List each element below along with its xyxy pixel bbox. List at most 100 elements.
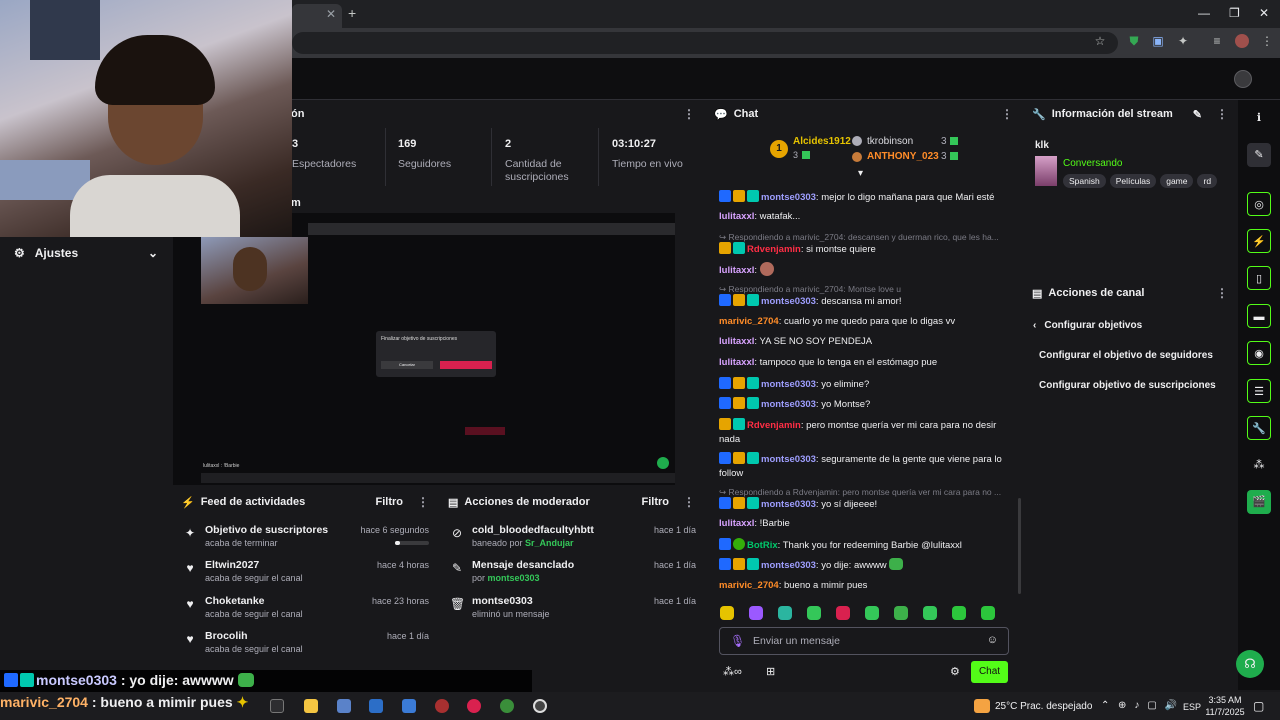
chat-message[interactable]: lulitaxxl: !Barbie bbox=[719, 517, 1015, 531]
chat-send-button[interactable]: Chat bbox=[971, 661, 1008, 683]
feed-item[interactable]: ♥ Choketanke acaba de seguir el canal ha… bbox=[183, 595, 429, 629]
close-tab-icon[interactable]: ✕ bbox=[326, 7, 336, 21]
emote-icon[interactable] bbox=[720, 606, 734, 620]
emote-icon[interactable] bbox=[923, 606, 937, 620]
profile-avatar-icon[interactable] bbox=[1235, 34, 1249, 48]
user-avatar[interactable] bbox=[1234, 70, 1252, 88]
language-indicator[interactable]: ESP bbox=[1183, 702, 1201, 712]
kebab-menu-icon[interactable]: ⋮ bbox=[417, 495, 429, 509]
back-button[interactable]: ‹ Configurar objetivos bbox=[1033, 320, 1142, 331]
clock-date[interactable]: 11/7/2025 bbox=[1204, 707, 1246, 717]
filter-button[interactable]: Filtro bbox=[642, 496, 670, 508]
chat-message[interactable]: marivic_2704: bueno a mimir pues bbox=[719, 579, 1015, 593]
bookmark-star-icon[interactable]: ☆ bbox=[1093, 34, 1107, 48]
emote-icon[interactable] bbox=[865, 606, 879, 620]
tray-icons[interactable]: ⊕♪▢🔊 bbox=[1118, 700, 1185, 711]
channel-points-icon[interactable]: ⁂∞ bbox=[723, 665, 742, 678]
browser-menu-icon[interactable]: ⋮ bbox=[1260, 34, 1274, 48]
category-thumbnail[interactable] bbox=[1035, 156, 1057, 186]
mail-icon[interactable] bbox=[369, 699, 383, 713]
chat-message[interactable]: lulitaxxl: watafak... bbox=[719, 210, 1015, 224]
channel-points-icon[interactable]: ⁂ bbox=[1247, 453, 1271, 477]
emote-icon[interactable] bbox=[807, 606, 821, 620]
chat-message[interactable]: montse0303: yo dije: awwww bbox=[719, 558, 1015, 573]
settings-section[interactable]: ⚙ Ajustes ⌄ bbox=[0, 238, 172, 268]
clock-time[interactable]: 3:35 AM bbox=[1207, 695, 1243, 705]
chat-message[interactable]: montse0303: descansa mi amor! bbox=[719, 294, 1015, 309]
emote-icon[interactable] bbox=[836, 606, 850, 620]
chat-message[interactable]: montse0303: yo elimine? bbox=[719, 377, 1015, 392]
chat-message[interactable]: lulitaxxl: YA SE NO SOY PENDEJA bbox=[719, 335, 1015, 349]
file-explorer-icon[interactable] bbox=[304, 699, 318, 713]
filter-button[interactable]: Filtro bbox=[376, 496, 404, 508]
edit-icon[interactable]: ✎ bbox=[1247, 143, 1271, 167]
mod-action-item[interactable]: ✎ Mensaje desanclado por montse0303 hace… bbox=[450, 559, 696, 593]
kebab-menu-icon[interactable]: ⋮ bbox=[683, 495, 695, 509]
stream-tag[interactable]: game bbox=[1160, 174, 1194, 188]
leaderboard-second-name[interactable]: tkrobinson bbox=[867, 136, 913, 147]
translate-icon[interactable]: ▣ bbox=[1151, 34, 1165, 48]
gift-icon[interactable]: ⊞ bbox=[766, 665, 775, 678]
wrench-icon[interactable]: 🔧 bbox=[1247, 416, 1271, 440]
capture-icon[interactable]: ◎ bbox=[1247, 192, 1271, 216]
emote-icon[interactable] bbox=[981, 606, 995, 620]
list-icon[interactable]: ☰ bbox=[1247, 379, 1271, 403]
stream-tag[interactable]: Spanish bbox=[1063, 174, 1106, 188]
store-icon[interactable] bbox=[337, 699, 351, 713]
shield-extension-icon[interactable]: ⛊ bbox=[1127, 34, 1141, 48]
chat-message[interactable]: marivic_2704: cuarlo yo me quedo para qu… bbox=[719, 315, 1015, 329]
chat-message[interactable]: montse0303: seguramente de la gente que … bbox=[719, 452, 1015, 481]
chevron-down-icon[interactable]: ⌄ bbox=[148, 246, 158, 260]
stream-tag[interactable]: rd bbox=[1197, 174, 1218, 188]
feed-item[interactable]: ♥ Brocolih acaba de seguir el canal hace… bbox=[183, 630, 429, 664]
media-icon[interactable]: ≡ bbox=[1210, 34, 1224, 48]
chrome-icon[interactable] bbox=[500, 699, 514, 713]
stream-tag[interactable]: Películas bbox=[1109, 174, 1157, 188]
kebab-menu-icon[interactable]: ⋮ bbox=[1216, 107, 1228, 121]
support-headset-icon[interactable]: ☊ bbox=[1236, 650, 1264, 678]
new-tab-icon[interactable]: + bbox=[348, 5, 356, 21]
address-bar[interactable] bbox=[292, 32, 1118, 54]
chat-message[interactable]: montse0303: mejor lo digo mañana para qu… bbox=[719, 190, 1015, 205]
mod-action-item[interactable]: 🗑 montse0303 eliminó un mensaje hace 1 d… bbox=[450, 595, 696, 629]
info-icon[interactable]: ℹ bbox=[1247, 106, 1271, 130]
configure-subs-goal-option[interactable]: Configurar objetivo de suscripciones bbox=[1039, 380, 1216, 391]
chat-message[interactable]: lulitaxxl: tampoco que lo tenga en el es… bbox=[719, 356, 1015, 370]
kebab-menu-icon[interactable]: ⋮ bbox=[683, 107, 695, 121]
chat-message[interactable]: Rdvenjamin: pero montse quería ver mi ca… bbox=[719, 418, 1015, 447]
mod-action-user[interactable]: Sr_Andujar bbox=[525, 538, 574, 548]
stream-category[interactable]: Conversando bbox=[1063, 158, 1122, 169]
chat-message[interactable]: montse0303: yo Montse? bbox=[719, 397, 1015, 412]
app-icon[interactable] bbox=[402, 699, 416, 713]
kebab-menu-icon[interactable]: ⋮ bbox=[1001, 107, 1013, 121]
edit-pencil-icon[interactable]: ✎ bbox=[1193, 108, 1202, 121]
emoji-picker-icon[interactable]: ☺ bbox=[987, 634, 998, 646]
clapperboard-icon[interactable]: 🎬 bbox=[1247, 490, 1271, 514]
feed-item[interactable]: ♥ Eltwin2027 acaba de seguir el canal ha… bbox=[183, 559, 429, 593]
lightning-icon[interactable]: ⚡ bbox=[1247, 229, 1271, 253]
configure-followers-goal-option[interactable]: Configurar el objetivo de seguidores bbox=[1039, 350, 1213, 361]
chevron-left-icon[interactable]: ‹ bbox=[1033, 320, 1036, 331]
weather-text[interactable]: 25°C Prac. despejado bbox=[995, 701, 1092, 712]
kebab-menu-icon[interactable]: ⋮ bbox=[1216, 286, 1228, 300]
emote-icon[interactable] bbox=[894, 606, 908, 620]
maximize-icon[interactable]: ❐ bbox=[1229, 6, 1240, 20]
emote-icon[interactable] bbox=[778, 606, 792, 620]
microphone-icon[interactable]: 🎙 bbox=[730, 634, 745, 648]
close-window-icon[interactable]: ✕ bbox=[1259, 6, 1269, 20]
app-icon[interactable] bbox=[435, 699, 449, 713]
emote-icon[interactable] bbox=[952, 606, 966, 620]
leaderboard-first-name[interactable]: Alcides1912 bbox=[793, 136, 851, 147]
document-icon[interactable]: ▯ bbox=[1247, 266, 1271, 290]
mod-action-user[interactable]: montse0303 bbox=[488, 573, 540, 583]
chat-icon[interactable]: ▬ bbox=[1247, 304, 1271, 328]
task-view-icon[interactable] bbox=[270, 699, 284, 713]
chat-input-box[interactable]: 🎙 Enviar un mensaje ☺ bbox=[719, 627, 1009, 655]
leaderboard-third-name[interactable]: ANTHONY_023 bbox=[867, 151, 939, 162]
chat-message[interactable]: montse0303: yo sí dijeeee! bbox=[719, 497, 1015, 512]
feed-item[interactable]: ✦ Objetivo de suscriptores acaba de term… bbox=[183, 524, 429, 558]
extensions-icon[interactable]: ✦ bbox=[1176, 34, 1190, 48]
tray-chevron-icon[interactable]: ⌃ bbox=[1101, 700, 1109, 711]
chat-settings-gear-icon[interactable]: ⚙ bbox=[950, 665, 960, 678]
emote-icon[interactable] bbox=[749, 606, 763, 620]
